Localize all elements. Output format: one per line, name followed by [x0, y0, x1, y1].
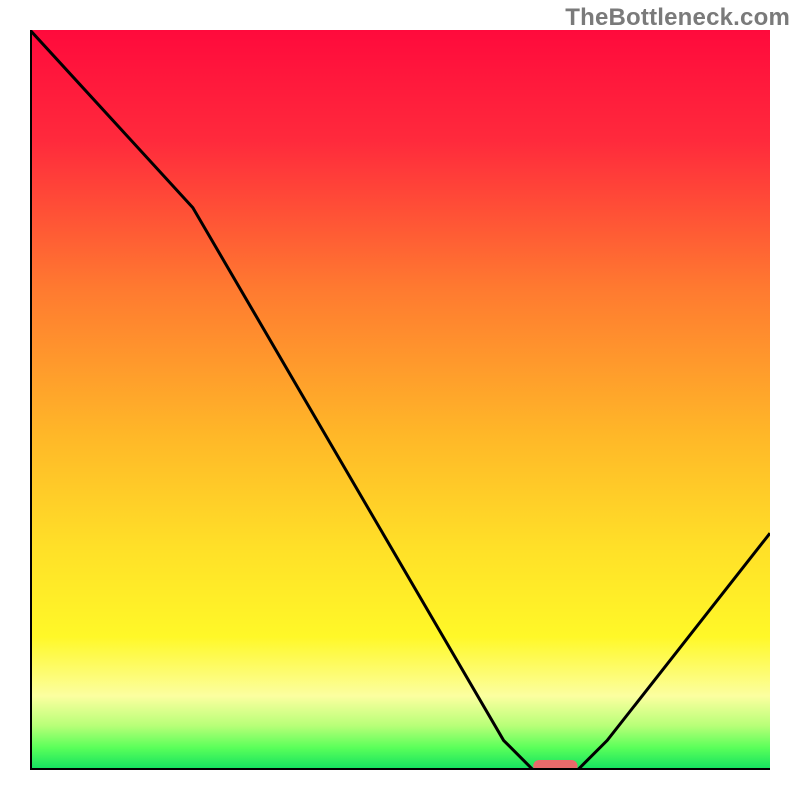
gradient-background [30, 30, 770, 770]
chart-svg [30, 30, 770, 770]
plot-area [30, 30, 770, 770]
bottleneck-chart: TheBottleneck.com [0, 0, 800, 800]
watermark-label: TheBottleneck.com [565, 4, 790, 32]
